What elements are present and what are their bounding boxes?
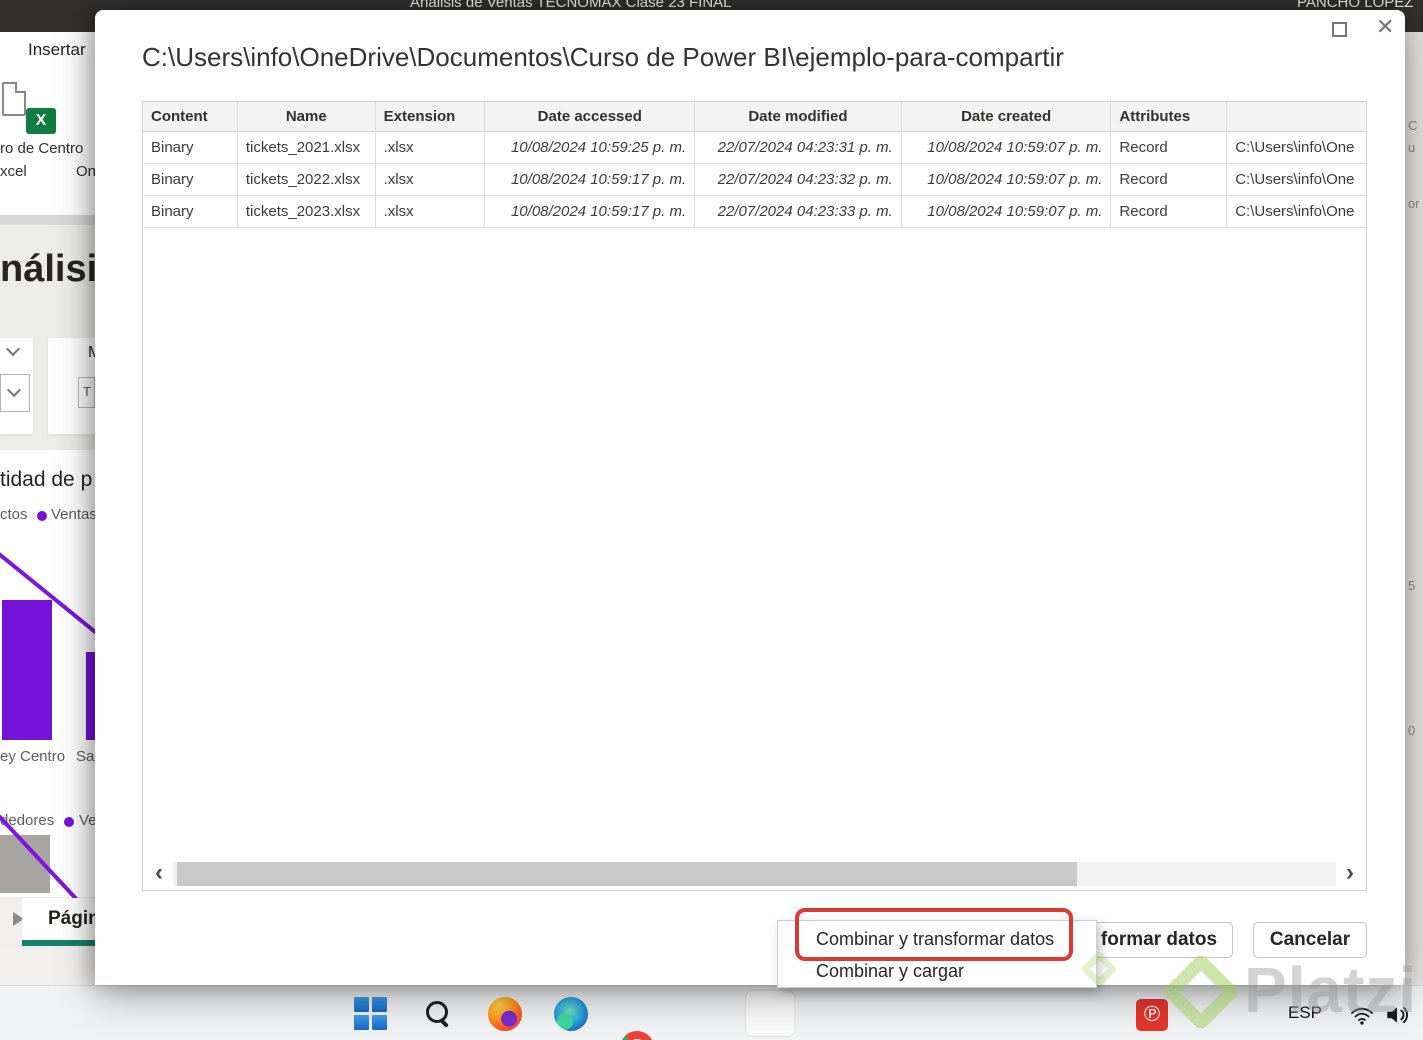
chart-title-fragment: tidad de p xyxy=(0,468,93,491)
axis-label-fragment: ey Centro xyxy=(0,748,66,765)
cell-name: tickets_2021.xlsx xyxy=(238,132,376,163)
restore-window-icon[interactable] xyxy=(1332,22,1347,37)
page-tab-label: Págin xyxy=(48,908,95,929)
combine-files-dialog: ✕ C:\Users\info\OneDrive\Documentos\Curs… xyxy=(95,10,1405,985)
cell-name: tickets_2022.xlsx xyxy=(238,164,376,195)
cell-folder-path: C:\Users\info\One xyxy=(1235,203,1355,220)
scroll-right-icon[interactable]: › xyxy=(1336,861,1364,887)
column-header: Content xyxy=(143,102,238,132)
column-header: Name xyxy=(237,102,376,132)
taskbar: T ! ℗ ! ESP xyxy=(0,985,1423,1040)
cell-attributes: Record xyxy=(1111,164,1228,195)
close-icon[interactable]: ✕ xyxy=(1376,14,1394,40)
cell-attributes: Record xyxy=(1111,132,1228,163)
cell-date-modified: 22/07/2024 04:23:31 p. m. xyxy=(695,132,902,163)
slicer-value-box[interactable]: T xyxy=(78,377,95,408)
axis-label-fragment: Sa xyxy=(76,748,95,765)
cell-extension: .xlsx xyxy=(376,164,486,195)
status-bar-fragment xyxy=(0,948,95,985)
wifi-icon[interactable] xyxy=(1348,1004,1376,1028)
start-button-icon[interactable] xyxy=(354,997,388,1031)
cell-content: Binary xyxy=(143,196,238,227)
column-header xyxy=(1227,102,1366,132)
cell-content: Binary xyxy=(143,132,238,163)
column-header: Date modified xyxy=(695,102,902,132)
legend-fragment: Ventas xyxy=(51,506,95,523)
cell-folder-path: C:\Users\info\One xyxy=(1235,139,1355,156)
excel-workbook-icon[interactable] xyxy=(2,82,26,116)
cell-attributes: Record xyxy=(1111,196,1228,227)
language-indicator[interactable]: ESP xyxy=(1288,1003,1322,1023)
page-tab-underline xyxy=(22,940,95,946)
cell-content: Binary xyxy=(143,164,238,195)
cancel-button[interactable]: Cancelar xyxy=(1253,922,1367,958)
screen: Análisis de Ventas TECNOMAX Clase 23 FIN… xyxy=(0,0,1423,1040)
cell-date-created: 10/08/2024 10:59:07 p. m. xyxy=(902,164,1112,195)
ribbon-button-caption: ro de Centro xyxy=(0,140,84,157)
table-row: Binary tickets_2022.xlsx .xlsx 10/08/202… xyxy=(143,164,1366,196)
column-header: Date created xyxy=(901,102,1112,132)
excel-badge-icon: X xyxy=(26,108,56,134)
scroll-left-icon[interactable]: ‹ xyxy=(145,861,173,887)
edge-icon[interactable] xyxy=(554,997,588,1031)
text-fragment: or xyxy=(1408,196,1420,211)
legend-fragment: ctos xyxy=(0,506,28,523)
cell-date-accessed: 10/08/2024 10:59:17 p. m. xyxy=(485,196,696,227)
bar-series xyxy=(2,600,52,740)
combine-split-menu: Combinar y transformar datos Combinar y … xyxy=(777,920,1097,988)
menu-item-combine-transform[interactable]: Combinar y transformar datos xyxy=(778,929,1096,950)
search-icon[interactable] xyxy=(421,997,455,1031)
file-preview-table: Content Name Extension Date accessed Dat… xyxy=(142,101,1367,891)
background-powerbi-left: Insertar X ro de Centro xcel On nálisis … xyxy=(0,32,95,985)
cell-date-created: 10/08/2024 10:59:07 p. m. xyxy=(902,196,1112,227)
volume-icon[interactable] xyxy=(1382,1002,1412,1028)
horizontal-scrollbar[interactable]: ‹ › xyxy=(145,861,1364,887)
table-row: Binary tickets_2021.xlsx .xlsx 10/08/202… xyxy=(143,132,1366,164)
cell-folder-path: C:\Users\info\One xyxy=(1235,171,1355,188)
cell-date-modified: 22/07/2024 04:23:32 p. m. xyxy=(695,164,902,195)
column-header: Extension xyxy=(375,102,486,132)
cell-name: tickets_2023.xlsx xyxy=(238,196,376,227)
bar-series xyxy=(86,652,95,740)
ribbon-button-caption: xcel xyxy=(0,163,27,180)
cell-date-created: 10/08/2024 10:59:07 p. m. xyxy=(902,132,1112,163)
text-fragment: 0 xyxy=(1408,723,1416,738)
table-header: Content Name Extension Date accessed Dat… xyxy=(143,102,1366,132)
cell-date-accessed: 10/08/2024 10:59:17 p. m. xyxy=(485,164,696,195)
cell-date-modified: 22/07/2024 04:23:33 p. m. xyxy=(695,196,902,227)
ribbon-divider xyxy=(0,215,95,225)
column-header: Attributes xyxy=(1111,102,1228,132)
slicer-dropdown[interactable] xyxy=(0,374,30,412)
table-row: Binary tickets_2023.xlsx .xlsx 10/08/202… xyxy=(143,196,1366,228)
report-title-fragment: nálisis xyxy=(0,248,95,290)
cell-extension: .xlsx xyxy=(376,196,486,227)
ribbon-button-caption: On xyxy=(76,163,95,180)
red-p-app-icon[interactable]: ℗ xyxy=(1136,999,1168,1031)
legend-dot-icon xyxy=(64,817,74,827)
background-powerbi-right: C u or 5 0 xyxy=(1405,32,1423,985)
legend-fragment: Ve xyxy=(79,812,95,829)
column-header: Date accessed xyxy=(485,102,696,132)
combine-transform-button[interactable]: formar datos xyxy=(1085,922,1233,958)
ribbon-tab-insertar[interactable]: Insertar xyxy=(28,40,86,60)
text-fragment: 5 xyxy=(1408,578,1416,593)
legend-dot-icon xyxy=(37,511,47,521)
text-fragment: u xyxy=(1408,140,1416,155)
slicer-label-fragment: M xyxy=(88,344,95,361)
text-fragment: C xyxy=(1408,118,1418,133)
cell-date-accessed: 10/08/2024 10:59:25 p. m. xyxy=(485,132,696,163)
cell-extension: .xlsx xyxy=(376,132,486,163)
scrollbar-thumb[interactable] xyxy=(177,862,1077,886)
dialog-title-path: C:\Users\info\OneDrive\Documentos\Curso … xyxy=(142,42,1064,72)
chrome-icon[interactable] xyxy=(620,1031,654,1040)
active-app-plate xyxy=(745,990,795,1037)
menu-item-combine-load[interactable]: Combinar y cargar xyxy=(778,961,1096,982)
chevron-down-icon xyxy=(6,382,22,398)
firefox-icon[interactable] xyxy=(488,997,522,1031)
